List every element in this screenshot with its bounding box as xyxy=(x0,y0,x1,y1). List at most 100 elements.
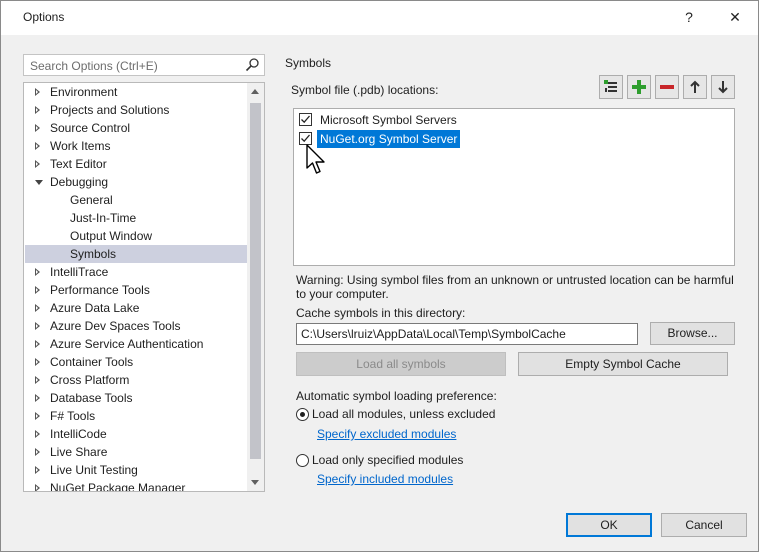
move-down-icon xyxy=(718,81,728,94)
cancel-button[interactable]: Cancel xyxy=(661,513,747,537)
chevron-right-icon[interactable] xyxy=(35,142,40,150)
tree-item[interactable]: IntelliTrace xyxy=(25,263,247,281)
radio-load-specified-label[interactable]: Load only specified modules xyxy=(312,453,463,467)
add-icon xyxy=(632,80,646,94)
chevron-right-icon[interactable] xyxy=(35,160,40,168)
scroll-down-icon[interactable] xyxy=(251,480,259,485)
remove-icon xyxy=(660,85,674,89)
tree-item-label: F# Tools xyxy=(50,409,96,423)
tree-item-label: Symbols xyxy=(70,247,117,261)
chevron-right-icon[interactable] xyxy=(35,430,40,438)
chevron-right-icon[interactable] xyxy=(35,394,40,402)
chevron-down-icon[interactable] xyxy=(35,180,43,185)
section-title: Symbols xyxy=(285,56,332,70)
help-button[interactable]: ? xyxy=(674,6,704,28)
tree-item-label: IntelliCode xyxy=(50,427,107,441)
tree-item-label: Environment xyxy=(50,85,118,99)
tree-item[interactable]: Output Window xyxy=(25,227,247,245)
chevron-right-icon[interactable] xyxy=(35,88,40,96)
move-up-icon xyxy=(690,80,700,93)
load-all-symbols-button[interactable]: Load all symbols xyxy=(296,352,506,376)
cache-path-input[interactable] xyxy=(301,327,631,341)
tree-item[interactable]: Azure Data Lake xyxy=(25,299,247,317)
chevron-right-icon[interactable] xyxy=(35,448,40,456)
browse-button[interactable]: Browse... xyxy=(650,322,735,345)
tree-item-label: Azure Service Authentication xyxy=(50,337,204,351)
remove-location-button[interactable] xyxy=(655,75,679,99)
preference-label: Automatic symbol loading preference: xyxy=(296,389,497,403)
chevron-right-icon[interactable] xyxy=(35,340,40,348)
radio-load-all[interactable] xyxy=(296,408,309,421)
search-icon[interactable] xyxy=(244,57,260,73)
chevron-right-icon[interactable] xyxy=(35,412,40,420)
move-down-button[interactable] xyxy=(711,75,735,99)
scroll-up-icon[interactable] xyxy=(251,89,259,94)
tree-item[interactable]: Live Unit Testing xyxy=(25,461,247,479)
tree-item[interactable]: Just-In-Time xyxy=(25,209,247,227)
cache-label: Cache symbols in this directory: xyxy=(296,306,466,320)
radio-load-all-label[interactable]: Load all modules, unless excluded xyxy=(312,407,495,421)
tree-item[interactable]: Container Tools xyxy=(25,353,247,371)
tree-item[interactable]: Azure Dev Spaces Tools xyxy=(25,317,247,335)
add-location-button[interactable] xyxy=(627,75,651,99)
tree-item[interactable]: Database Tools xyxy=(25,389,247,407)
dialog-title: Options xyxy=(23,10,65,24)
tree-item[interactable]: F# Tools xyxy=(25,407,247,425)
symbol-locations-list: Microsoft Symbol Servers NuGet.org Symbo… xyxy=(293,108,735,266)
tree-item[interactable]: Live Share xyxy=(25,443,247,461)
tree-item-label: Output Window xyxy=(70,229,153,243)
tree-item[interactable]: Source Control xyxy=(25,119,247,137)
tree-item[interactable]: NuGet Package Manager xyxy=(25,479,247,492)
tree-item[interactable]: Work Items xyxy=(25,137,247,155)
tree-scrollbar[interactable] xyxy=(247,83,264,491)
tree-item[interactable]: Debugging xyxy=(25,173,247,191)
close-button[interactable]: ✕ xyxy=(720,6,750,28)
tree-item-label: Cross Platform xyxy=(50,373,130,387)
tree-item[interactable]: Symbols xyxy=(25,245,247,263)
location-checkbox[interactable] xyxy=(299,113,312,126)
tree-item-label: Debugging xyxy=(50,175,109,189)
tree-item[interactable]: Text Editor xyxy=(25,155,247,173)
tree-item-label: Azure Dev Spaces Tools xyxy=(50,319,181,333)
ok-button[interactable]: OK xyxy=(566,513,652,537)
locations-label: Symbol file (.pdb) locations: xyxy=(291,83,439,97)
tree-item[interactable]: General xyxy=(25,191,247,209)
chevron-right-icon[interactable] xyxy=(35,286,40,294)
chevron-right-icon[interactable] xyxy=(35,304,40,312)
warning-text: Warning: Using symbol files from an unkn… xyxy=(296,273,734,301)
tree-item[interactable]: Performance Tools xyxy=(25,281,247,299)
move-up-button[interactable] xyxy=(683,75,707,99)
tree-item[interactable]: IntelliCode xyxy=(25,425,247,443)
options-dialog: Options ? ✕ Environment Projects and Solu… xyxy=(0,0,759,552)
tree-item[interactable]: Azure Service Authentication xyxy=(25,335,247,353)
chevron-right-icon[interactable] xyxy=(35,322,40,330)
options-tree: Environment Projects and Solutions Source … xyxy=(23,82,265,492)
chevron-right-icon[interactable] xyxy=(35,358,40,366)
search-input[interactable] xyxy=(28,57,242,75)
tree-item[interactable]: Cross Platform xyxy=(25,371,247,389)
tree-item-label: Live Share xyxy=(50,445,108,459)
chevron-right-icon[interactable] xyxy=(35,466,40,474)
location-label: NuGet.org Symbol Server xyxy=(317,130,461,148)
title-bar: Options ? ✕ xyxy=(1,1,758,35)
tree-item-label: Work Items xyxy=(50,139,111,153)
chevron-right-icon[interactable] xyxy=(35,484,40,491)
scroll-thumb[interactable] xyxy=(250,103,261,459)
chevron-right-icon[interactable] xyxy=(35,376,40,384)
chevron-right-icon[interactable] xyxy=(35,106,40,114)
tree-item-label: NuGet Package Manager xyxy=(50,481,186,492)
cache-path-field[interactable] xyxy=(296,323,638,345)
chevron-right-icon[interactable] xyxy=(35,268,40,276)
specify-excluded-link[interactable]: Specify excluded modules xyxy=(317,427,456,441)
radio-load-specified[interactable] xyxy=(296,454,309,467)
search-box[interactable] xyxy=(23,54,265,76)
tree-item-label: Projects and Solutions xyxy=(50,103,170,117)
tree-item[interactable]: Projects and Solutions xyxy=(25,101,247,119)
tree-item-label: General xyxy=(70,193,113,207)
tree-item[interactable]: Environment xyxy=(25,83,247,101)
empty-cache-button[interactable]: Empty Symbol Cache xyxy=(518,352,728,376)
load-list-button[interactable] xyxy=(599,75,623,99)
tree-item-label: Performance Tools xyxy=(50,283,150,297)
specify-included-link[interactable]: Specify included modules xyxy=(317,472,453,486)
chevron-right-icon[interactable] xyxy=(35,124,40,132)
